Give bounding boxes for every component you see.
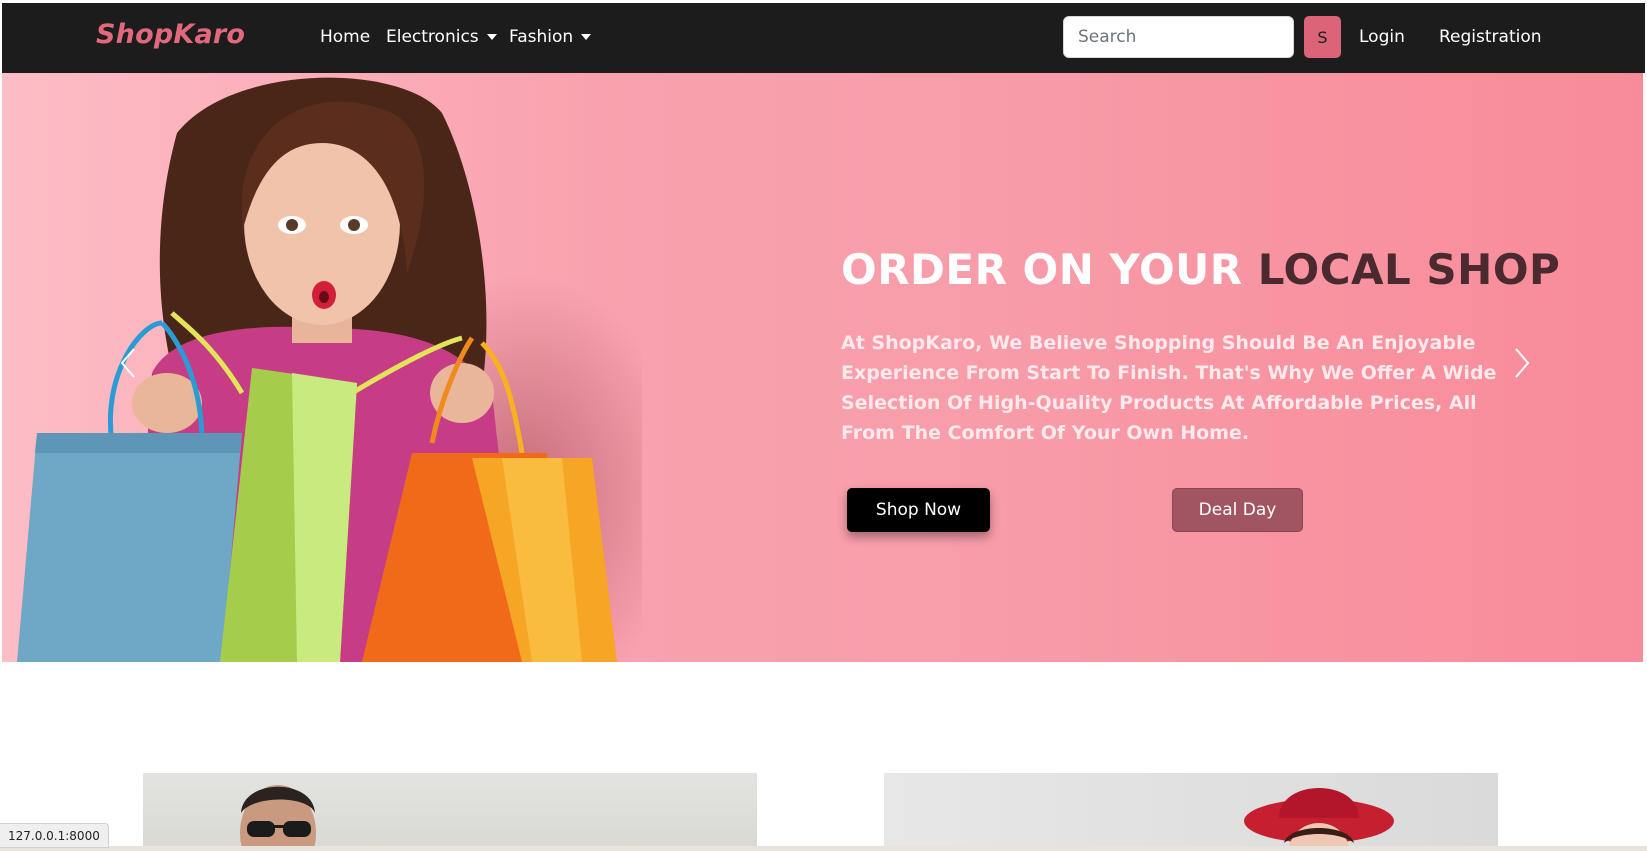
nav-electronics-label: Electronics [386, 27, 479, 47]
shop-now-button[interactable]: Shop Now [847, 488, 990, 532]
woman-red-hat-image [1244, 788, 1394, 851]
brand-logo[interactable]: ShopKaro [96, 19, 245, 50]
hero-title: ORDER ON YOUR LOCAL SHOP [841, 245, 1560, 294]
deal-day-button[interactable]: Deal Day [1172, 488, 1303, 532]
nav-home-label: Home [320, 27, 371, 47]
browser-status-url: 127.0.0.1:8000 [0, 823, 109, 848]
man-sunglasses-image [240, 785, 316, 851]
login-link[interactable]: Login [1359, 27, 1405, 47]
nav-electronics-dropdown[interactable]: Electronics [386, 27, 497, 47]
hero-title-part2: LOCAL SHOP [1257, 245, 1561, 294]
nav-fashion-dropdown[interactable]: Fashion [509, 27, 592, 47]
hero-shopping-woman-image [2, 73, 642, 662]
hero-title-part1: ORDER ON YOUR [841, 245, 1243, 294]
product-card-women[interactable] [884, 773, 1498, 851]
registration-link[interactable]: Registration [1439, 27, 1542, 47]
search-button[interactable]: S [1304, 16, 1341, 58]
hero-carousel: ORDER ON YOUR LOCAL SHOP At ShopKaro, We… [2, 73, 1643, 662]
nav-fashion-label: Fashion [509, 27, 574, 47]
chevron-right-icon[interactable] [1506, 343, 1536, 383]
bottom-edge [0, 846, 1647, 851]
navbar: ShopKaro Home Electronics Fashion S Logi… [0, 3, 1647, 73]
caret-down-icon [581, 34, 592, 40]
nav-home[interactable]: Home [320, 27, 370, 47]
caret-down-icon [486, 34, 497, 40]
chevron-left-icon[interactable] [114, 343, 144, 383]
hero-description: At ShopKaro, We Believe Shopping Should … [841, 332, 1497, 444]
search-input[interactable] [1063, 16, 1294, 58]
product-card-men[interactable] [143, 773, 757, 851]
